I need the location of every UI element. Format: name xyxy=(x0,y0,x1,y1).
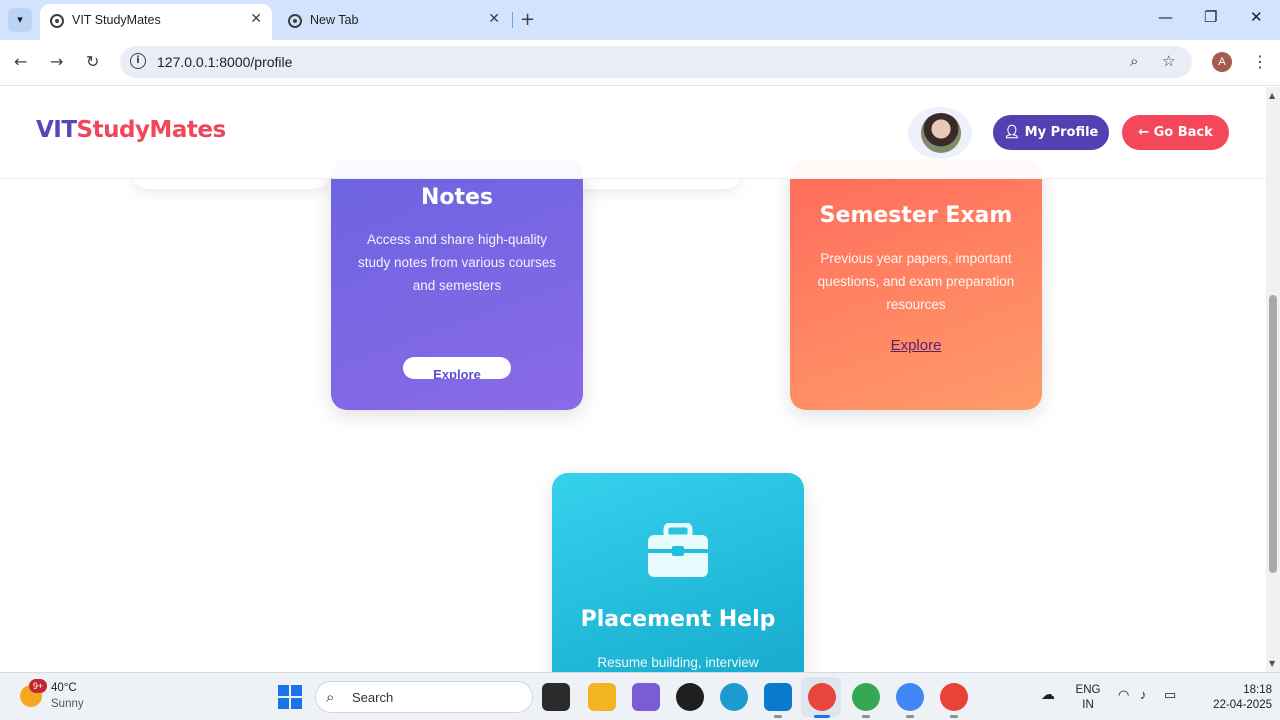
windows-start-icon[interactable] xyxy=(278,685,302,709)
weather-badge: 9+ xyxy=(29,679,47,693)
scrollbar-thumb[interactable] xyxy=(1269,295,1277,573)
arrow-left-icon: ← xyxy=(1138,125,1154,140)
bookmark-star-icon[interactable]: ☆ xyxy=(1162,52,1175,70)
clock[interactable]: 18:18 22-04-2025 xyxy=(1192,683,1272,713)
placement-card-description: Resume building, interview xyxy=(597,655,759,670)
reload-icon[interactable]: ↻ xyxy=(86,52,99,71)
chrome-profile-a-icon[interactable] xyxy=(808,683,836,711)
notes-explore-button[interactable]: Explore xyxy=(403,357,511,379)
edge-icon[interactable] xyxy=(720,683,748,711)
page-viewport: Notes Access and share high-quality stud… xyxy=(0,87,1266,672)
new-tab-button[interactable]: + xyxy=(520,9,535,30)
notes-card-title: Notes xyxy=(420,185,494,210)
avatar-photo xyxy=(921,113,961,153)
wifi-icon[interactable]: ◠ xyxy=(1118,687,1129,702)
tab-divider xyxy=(512,12,513,28)
close-tab-icon[interactable]: ✕ xyxy=(250,11,262,27)
dell-icon[interactable] xyxy=(676,683,704,711)
user-icon: 👤︎ xyxy=(1003,125,1025,140)
page-scrollbar[interactable]: ▲ ▼ xyxy=(1266,87,1280,672)
running-indicator xyxy=(906,715,914,718)
site-header: VITStudyMates 👤︎ My Profile ← Go Back xyxy=(0,87,1266,179)
running-indicator xyxy=(774,715,782,718)
clock-time: 18:18 xyxy=(1243,684,1272,696)
briefcase-icon xyxy=(648,523,708,577)
tab-new-tab[interactable]: New Tab ✕ xyxy=(278,4,510,40)
back-arrow-icon[interactable]: ← xyxy=(14,52,27,71)
close-window-icon[interactable]: ✕ xyxy=(1250,8,1263,26)
weather-condition[interactable]: Sunny xyxy=(51,698,84,710)
search-icon: ⌕ xyxy=(326,688,335,706)
search-label: Search xyxy=(352,690,394,705)
running-indicator xyxy=(862,715,870,718)
site-info-icon[interactable]: i xyxy=(130,53,146,69)
tab-search-button[interactable]: ▾ xyxy=(8,8,32,32)
globe-icon xyxy=(50,14,64,28)
copilot-icon[interactable] xyxy=(632,683,660,711)
start-tile xyxy=(278,685,289,696)
address-bar[interactable]: i 127.0.0.1:8000/profile ⌕ ☆ xyxy=(120,46,1192,78)
url-text[interactable]: 127.0.0.1:8000/profile xyxy=(157,54,292,70)
scroll-down-icon[interactable]: ▼ xyxy=(1269,659,1275,668)
windows-taskbar: 9+ 40°C Sunny ⌕ Search ☁ ENG IN ◠ ♪ ▭ 18… xyxy=(0,672,1280,720)
globe-icon xyxy=(288,14,302,28)
placement-card-title: Placement Help xyxy=(580,607,776,632)
taskbar-search[interactable]: ⌕ Search xyxy=(315,681,533,713)
forward-arrow-icon[interactable]: → xyxy=(50,52,63,71)
tab-title: VIT StudyMates xyxy=(72,13,161,27)
notes-card: Notes Access and share high-quality stud… xyxy=(331,159,583,410)
user-avatar[interactable] xyxy=(908,107,972,159)
clock-date: 22-04-2025 xyxy=(1213,699,1272,711)
vscode-icon[interactable] xyxy=(764,683,792,711)
chrome-profile-a2-icon[interactable] xyxy=(940,683,968,711)
chrome-profile-photo-icon[interactable] xyxy=(896,683,924,711)
browser-menu-icon[interactable]: ⋮ xyxy=(1252,52,1268,71)
browser-tab-bar: ▾ VIT StudyMates ✕ New Tab ✕ + — ❐ ✕ xyxy=(0,0,1280,40)
file-explorer-icon[interactable] xyxy=(588,683,616,711)
my-profile-button[interactable]: 👤︎ My Profile xyxy=(993,115,1109,150)
tab-title: New Tab xyxy=(310,13,359,27)
chrome-profile-v-icon[interactable] xyxy=(852,683,880,711)
logo-vit: VIT xyxy=(36,117,77,143)
start-tile xyxy=(291,698,302,709)
minimize-icon[interactable]: — xyxy=(1158,8,1173,26)
my-profile-label: My Profile xyxy=(1024,125,1099,140)
go-back-label: Go Back xyxy=(1153,125,1213,140)
running-indicator xyxy=(814,715,830,718)
notes-card-description: Access and share high-quality study note… xyxy=(357,232,557,293)
restore-icon[interactable]: ❐ xyxy=(1204,8,1217,26)
language-code: ENG xyxy=(1075,684,1101,696)
browser-toolbar: ← → ↻ i 127.0.0.1:8000/profile ⌕ ☆ xyxy=(0,40,1280,86)
logo-studymates: StudyMates xyxy=(76,117,227,143)
running-indicator xyxy=(950,715,958,718)
browser-profile-avatar[interactable]: A xyxy=(1212,52,1232,72)
exam-explore-link[interactable]: Explore xyxy=(790,337,1042,354)
scroll-up-icon[interactable]: ▲ xyxy=(1269,91,1275,100)
weather-temperature[interactable]: 40°C xyxy=(51,682,77,694)
site-logo[interactable]: VITStudyMates xyxy=(36,117,226,143)
semester-exam-card: Semester Exam Previous year papers, impo… xyxy=(790,159,1042,410)
start-tile xyxy=(291,685,302,696)
exam-card-title: Semester Exam xyxy=(819,203,1013,228)
zoom-icon[interactable]: ⌕ xyxy=(1130,52,1138,70)
task-view-icon[interactable] xyxy=(542,683,570,711)
region-code: IN xyxy=(1082,699,1094,711)
language-indicator[interactable]: ENG IN xyxy=(1070,683,1106,713)
close-tab-icon[interactable]: ✕ xyxy=(488,11,500,27)
exam-card-description: Previous year papers, important question… xyxy=(817,251,1015,312)
start-tile xyxy=(278,698,289,709)
tab-vit-studymates[interactable]: VIT StudyMates ✕ xyxy=(40,4,272,40)
placement-help-card: Placement Help Resume building, intervie… xyxy=(552,473,804,672)
go-back-button[interactable]: ← Go Back xyxy=(1122,115,1229,150)
battery-icon[interactable]: ▭ xyxy=(1164,687,1176,702)
onedrive-icon[interactable]: ☁ xyxy=(1041,687,1055,702)
volume-icon[interactable]: ♪ xyxy=(1140,687,1147,702)
